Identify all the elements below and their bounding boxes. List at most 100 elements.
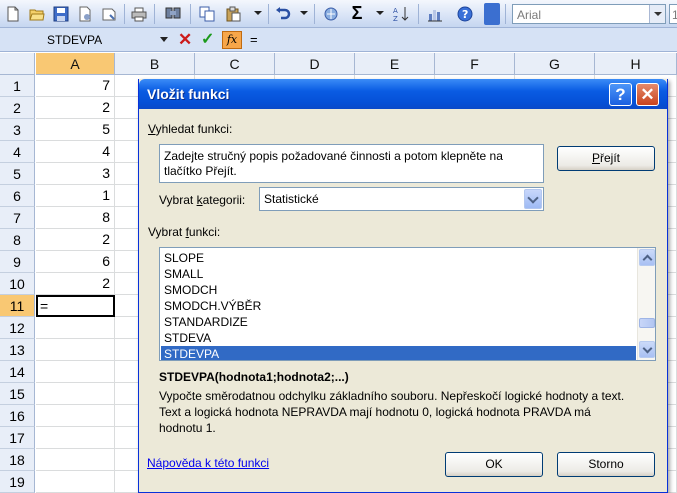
- cell[interactable]: [36, 361, 115, 383]
- list-item[interactable]: SMODCH.VÝBĚR: [161, 298, 636, 314]
- chevron-down-icon[interactable]: [524, 189, 542, 209]
- row-header[interactable]: 13: [0, 339, 35, 361]
- font-size-box[interactable]: 1: [669, 4, 677, 24]
- row-header[interactable]: 7: [0, 207, 35, 229]
- insert-function-icon[interactable]: fx: [222, 31, 242, 49]
- open-folder-icon[interactable]: [26, 3, 48, 25]
- undo-icon[interactable]: [272, 3, 294, 25]
- copy-icon[interactable]: [196, 3, 218, 25]
- selected-list-item[interactable]: STDEVPA: [161, 346, 636, 360]
- cell[interactable]: [36, 405, 115, 427]
- permission-icon[interactable]: [74, 3, 96, 25]
- row-header[interactable]: 19: [0, 471, 35, 493]
- row-header[interactable]: 5: [0, 163, 35, 185]
- column-header-h[interactable]: H: [595, 53, 677, 75]
- help-icon[interactable]: ?: [454, 3, 476, 25]
- column-header-a[interactable]: A: [36, 53, 115, 75]
- cell-value[interactable]: 3: [36, 163, 115, 185]
- go-button[interactable]: Přejít: [557, 146, 655, 171]
- row-header[interactable]: 15: [0, 383, 35, 405]
- row-header[interactable]: 12: [0, 317, 35, 339]
- print-icon[interactable]: [128, 3, 150, 25]
- row-header[interactable]: 4: [0, 141, 35, 163]
- cell[interactable]: [36, 317, 115, 339]
- cell-value[interactable]: 2: [36, 97, 115, 119]
- new-file-icon[interactable]: [2, 3, 24, 25]
- row-header[interactable]: 2: [0, 97, 35, 119]
- chevron-down-icon[interactable]: [160, 37, 168, 42]
- cell-value[interactable]: 8: [36, 207, 115, 229]
- cell[interactable]: [36, 383, 115, 405]
- cell-value[interactable]: 2: [36, 229, 115, 251]
- cancel-button[interactable]: Storno: [557, 452, 655, 477]
- cell-value[interactable]: 6: [36, 251, 115, 273]
- row-header[interactable]: 1: [0, 75, 35, 97]
- formula-content[interactable]: =: [250, 32, 258, 47]
- sort-ascending-icon[interactable]: AZ: [390, 3, 412, 25]
- function-list[interactable]: SLOPE SMALL SMODCH SMODCH.VÝBĚR STANDARDIZE S…: [159, 247, 656, 361]
- select-all-corner[interactable]: [0, 53, 35, 75]
- row-header[interactable]: 3: [0, 119, 35, 141]
- category-select[interactable]: Statistické: [259, 187, 544, 211]
- hyperlink-icon[interactable]: [320, 3, 342, 25]
- chevron-down-icon[interactable]: [649, 5, 665, 23]
- list-item[interactable]: STDEVA: [161, 330, 636, 346]
- list-item[interactable]: STANDARDIZE: [161, 314, 636, 330]
- row-header[interactable]: 14: [0, 361, 35, 383]
- toolbar-separator: [154, 4, 155, 24]
- function-list-scrollbar[interactable]: [637, 248, 655, 360]
- autosum-dropdown-icon[interactable]: [376, 11, 384, 15]
- cell-value[interactable]: 4: [36, 141, 115, 163]
- cell[interactable]: [36, 471, 115, 493]
- cell[interactable]: [36, 339, 115, 361]
- research-icon[interactable]: [162, 3, 184, 25]
- list-item[interactable]: SMODCH: [161, 282, 636, 298]
- ok-button[interactable]: OK: [445, 452, 543, 477]
- paste-dropdown-icon[interactable]: [254, 11, 262, 15]
- cell-value[interactable]: 1: [36, 185, 115, 207]
- row-header[interactable]: 8: [0, 229, 35, 251]
- dialog-titlebar[interactable]: Vložit funkci ? ✕: [139, 79, 667, 109]
- paste-icon[interactable]: [222, 3, 244, 25]
- cell[interactable]: [36, 427, 115, 449]
- cell-value[interactable]: 7: [36, 75, 115, 97]
- column-header-b[interactable]: B: [115, 53, 195, 75]
- row-header[interactable]: 6: [0, 185, 35, 207]
- cancel-edit-icon[interactable]: ✕: [178, 31, 192, 49]
- column-header-f[interactable]: F: [435, 53, 515, 75]
- function-help-link[interactable]: Nápověda k této funkci: [147, 456, 269, 470]
- row-header[interactable]: 9: [0, 251, 35, 273]
- font-name-box[interactable]: Arial: [512, 4, 666, 24]
- name-box[interactable]: STDEVPA: [2, 30, 168, 50]
- toolbar-options-icon[interactable]: [484, 3, 500, 25]
- scrollbar-thumb[interactable]: [639, 318, 655, 328]
- chart-wizard-icon[interactable]: [424, 3, 446, 25]
- save-icon[interactable]: [50, 3, 72, 25]
- cell[interactable]: [36, 449, 115, 471]
- close-button[interactable]: ✕: [636, 83, 659, 106]
- list-item[interactable]: SMALL: [161, 266, 636, 282]
- help-button[interactable]: ?: [609, 83, 632, 106]
- list-item[interactable]: SLOPE: [161, 250, 636, 266]
- row-header[interactable]: 11: [0, 295, 35, 317]
- column-header-g[interactable]: G: [515, 53, 595, 75]
- search-function-input[interactable]: Zadejte stručný popis požadované činnost…: [159, 144, 544, 183]
- confirm-edit-icon[interactable]: ✓: [201, 31, 214, 49]
- autosum-icon[interactable]: Σ: [346, 3, 368, 25]
- undo-dropdown-icon[interactable]: [300, 11, 308, 15]
- email-icon[interactable]: [98, 3, 120, 25]
- row-header[interactable]: 17: [0, 427, 35, 449]
- row-header[interactable]: 16: [0, 405, 35, 427]
- column-header-d[interactable]: D: [275, 53, 355, 75]
- toolbar-separator: [190, 4, 191, 24]
- scroll-down-icon[interactable]: [639, 341, 655, 358]
- row-header[interactable]: 10: [0, 273, 35, 295]
- cell-value[interactable]: 2: [36, 273, 115, 295]
- column-header-e[interactable]: E: [355, 53, 435, 75]
- cell-value[interactable]: 5: [36, 119, 115, 141]
- column-header-c[interactable]: C: [195, 53, 275, 75]
- row-header[interactable]: 18: [0, 449, 35, 471]
- insert-function-dialog: Vložit funkci ? ✕ Vyhledat funkci: Zadej…: [138, 79, 668, 493]
- scroll-up-icon[interactable]: [639, 249, 655, 266]
- active-cell[interactable]: =: [36, 295, 115, 317]
